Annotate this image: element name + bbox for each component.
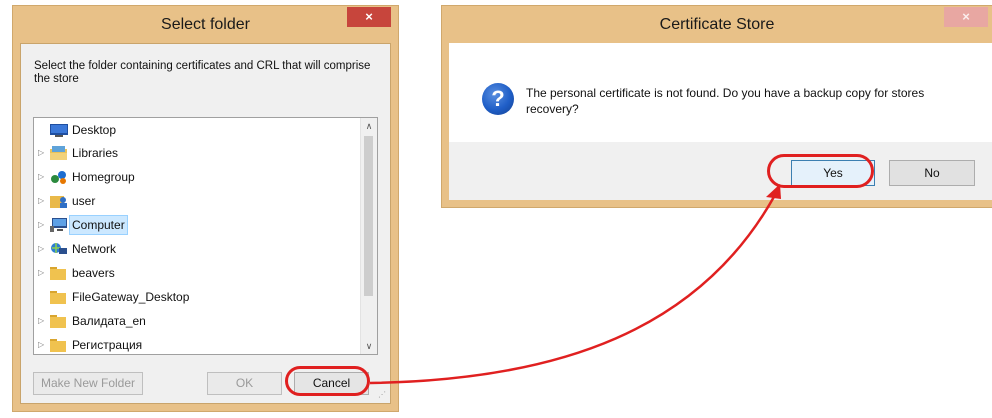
tree-item-label: Computer <box>69 215 128 235</box>
expand-arrow-icon[interactable]: ▷ <box>38 191 46 211</box>
select-folder-client-area: Select the folder containing certificate… <box>20 43 391 404</box>
certificate-store-dialog: Certificate Store × ? The personal certi… <box>441 5 992 208</box>
tree-item-label: Homegroup <box>72 170 135 184</box>
folder-icon <box>50 314 66 328</box>
tree-item-label: user <box>72 194 96 208</box>
tree-item-label: Libraries <box>72 146 119 160</box>
no-button[interactable]: No <box>889 160 975 186</box>
user-folder-icon <box>50 194 67 208</box>
resize-grip-icon[interactable]: ⋰ <box>378 391 388 401</box>
tree-item-label: Регистрация <box>72 338 143 352</box>
make-new-folder-button[interactable]: Make New Folder <box>33 372 143 395</box>
select-folder-title: Select folder <box>161 16 250 33</box>
network-icon <box>50 242 67 256</box>
select-folder-prompt: Select the folder containing certificate… <box>34 60 371 85</box>
expand-arrow-icon[interactable]: ▷ <box>38 335 46 354</box>
expand-arrow-icon[interactable]: ▷ <box>38 239 46 259</box>
tree-item-label: FileGateway_Desktop <box>72 290 190 304</box>
folder-icon <box>50 290 66 304</box>
folder-tree[interactable]: Desktop ▷ Libraries ▷ Homegroup ▷ user ▷… <box>33 117 378 355</box>
expand-arrow-icon[interactable]: ▷ <box>38 263 46 283</box>
certificate-store-message-area: ? The personal certificate is not found.… <box>449 43 992 142</box>
homegroup-icon <box>50 170 66 184</box>
scroll-up-icon[interactable]: ∧ <box>361 118 377 134</box>
desktop-icon <box>50 123 68 137</box>
folder-icon <box>50 338 66 352</box>
arrow-curve <box>369 194 777 385</box>
certificate-store-close-button[interactable]: × <box>944 7 988 27</box>
yes-highlight-ring <box>767 154 874 188</box>
certificate-store-title: Certificate Store <box>659 16 775 33</box>
expand-arrow-icon[interactable]: ▷ <box>38 143 46 163</box>
tree-item-label: Валидата_en <box>72 314 146 328</box>
select-folder-dialog: Select folder × Select the folder contai… <box>12 5 399 412</box>
certificate-store-button-area: Yes No <box>449 142 992 200</box>
select-folder-titlebar[interactable]: Select folder × <box>13 6 398 43</box>
tree-item-label: beavers <box>72 266 115 280</box>
tree-item-label: Network <box>72 242 117 256</box>
tree-vertical-scrollbar[interactable]: ∧ ∨ <box>360 118 377 354</box>
ok-button[interactable]: OK <box>207 372 282 395</box>
scrollbar-thumb[interactable] <box>364 136 373 296</box>
cancel-highlight-ring <box>285 366 370 396</box>
expand-arrow-icon[interactable]: ▷ <box>38 215 46 235</box>
tree-item-label: Desktop <box>72 123 117 137</box>
question-icon: ? <box>482 83 514 115</box>
folder-icon <box>50 266 66 280</box>
libraries-icon <box>50 146 67 160</box>
expand-arrow-icon[interactable]: ▷ <box>38 311 46 331</box>
scroll-down-icon[interactable]: ∨ <box>361 338 377 354</box>
certificate-store-message: The personal certificate is not found. D… <box>526 86 925 116</box>
computer-icon <box>50 218 67 232</box>
expand-arrow-icon[interactable]: ▷ <box>38 167 46 187</box>
select-folder-close-button[interactable]: × <box>347 7 391 27</box>
